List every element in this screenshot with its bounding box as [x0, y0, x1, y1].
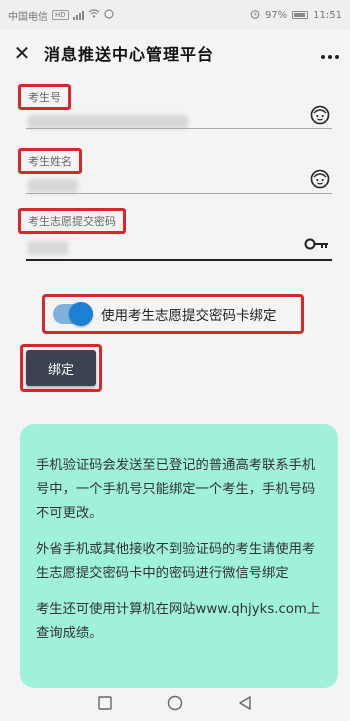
- key-icon[interactable]: [304, 236, 330, 255]
- name-field[interactable]: 考生姓名: [18, 148, 332, 194]
- exam-number-label: 考生号: [18, 84, 71, 110]
- signal-icon: [72, 10, 84, 20]
- password-field[interactable]: 考生志愿提交密码: [18, 208, 332, 262]
- face-icon[interactable]: [310, 169, 330, 193]
- name-label: 考生姓名: [18, 148, 82, 174]
- face-icon[interactable]: [310, 105, 330, 129]
- triangle-back-icon[interactable]: [238, 695, 252, 715]
- name-value: [28, 179, 78, 193]
- toggle-label: 使用考生志愿提交密码卡绑定: [101, 308, 277, 324]
- page-title: 消息推送中心管理平台: [44, 45, 215, 64]
- exam-number-value: [28, 115, 188, 129]
- wifi-icon: [88, 9, 100, 21]
- bind-button[interactable]: 绑定: [26, 350, 96, 386]
- bind-button-highlight: 绑定: [20, 344, 102, 392]
- square-icon[interactable]: [98, 695, 112, 714]
- password-label: 考生志愿提交密码: [18, 208, 126, 234]
- clock: 11:51: [313, 9, 342, 21]
- exam-number-field[interactable]: 考生号: [18, 84, 332, 130]
- password-value: [28, 241, 68, 255]
- app-header: ✕ 消息推送中心管理平台: [0, 30, 350, 76]
- password-card-toggle[interactable]: [53, 302, 93, 326]
- notice-paragraph-2: 外省手机或其他接收不到验证码的考生请使用考生志愿提交密码卡中的密码进行微信号绑定: [36, 542, 316, 581]
- password-underline: [26, 259, 332, 261]
- carrier-label: 中国电信: [8, 11, 48, 23]
- hd-badge: HD: [52, 10, 69, 20]
- message-icon: [104, 8, 114, 22]
- close-icon[interactable]: ✕: [0, 41, 44, 65]
- status-bar: 中国电信 HD 97% 11:51: [0, 0, 350, 30]
- exam-number-underline: [26, 128, 332, 129]
- name-underline: [26, 193, 332, 194]
- notice-card: 手机验证码会发送至已登记的普通高考联系手机号中，一个手机号只能绑定一个考生，手机…: [20, 424, 338, 688]
- notice-paragraph-1: 手机验证码会发送至已登记的普通高考联系手机号中，一个手机号只能绑定一个考生，手机…: [36, 458, 316, 521]
- battery-percent: 97%: [264, 9, 288, 21]
- circle-icon[interactable]: [167, 695, 183, 715]
- more-icon[interactable]: [320, 41, 340, 66]
- battery-icon: [292, 11, 309, 19]
- alarm-icon: [250, 9, 260, 22]
- notice-paragraph-3: 考生还可使用计算机在网站www.qhjyks.com上查询成绩。: [36, 602, 321, 641]
- system-nav-bar: [0, 688, 350, 721]
- password-card-toggle-row[interactable]: 使用考生志愿提交密码卡绑定: [42, 294, 304, 334]
